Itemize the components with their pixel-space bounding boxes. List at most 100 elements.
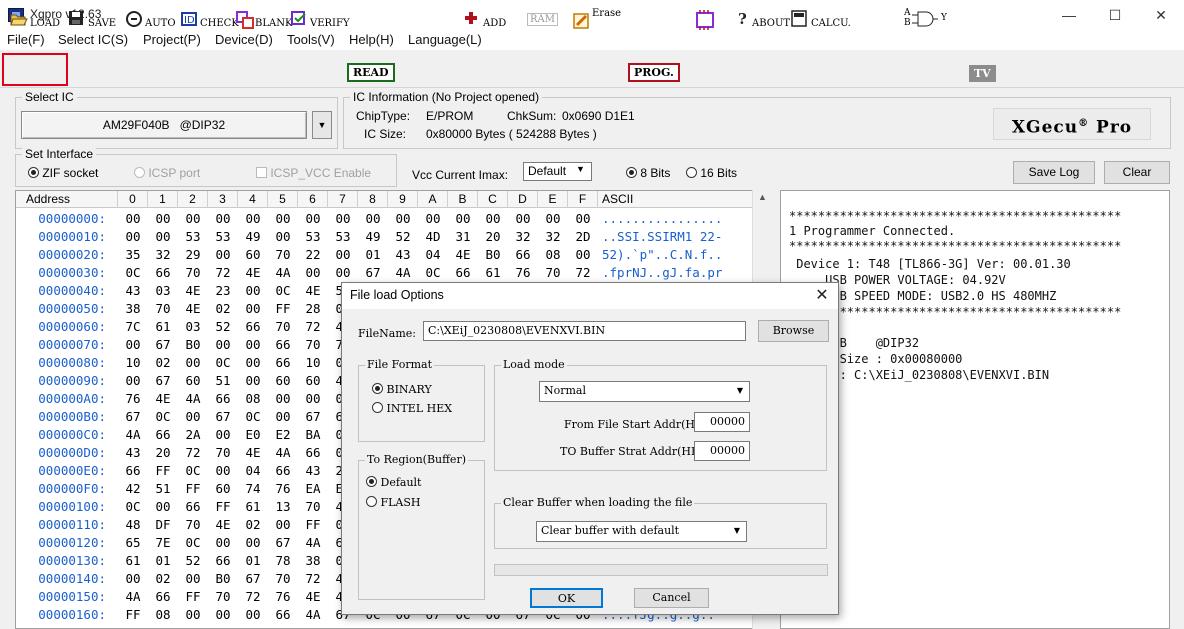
- hex-byte-cell[interactable]: 0C: [118, 264, 148, 282]
- hex-byte-cell[interactable]: 00: [238, 534, 268, 552]
- hex-byte-cell[interactable]: 67: [148, 336, 178, 354]
- hex-byte-cell[interactable]: 00: [238, 372, 268, 390]
- hex-byte-cell[interactable]: 70: [208, 444, 238, 462]
- hex-byte-cell[interactable]: 00: [298, 210, 328, 228]
- hex-byte-cell[interactable]: 7E: [148, 534, 178, 552]
- hex-byte-cell[interactable]: 03: [178, 318, 208, 336]
- clear-log-button[interactable]: Clear: [1104, 161, 1170, 184]
- prog-button[interactable]: PROG.: [628, 57, 680, 87]
- hex-byte-cell[interactable]: 00: [388, 210, 418, 228]
- clear-buffer-select[interactable]: Clear buffer with default ▼: [536, 521, 747, 542]
- hex-byte-cell[interactable]: 00: [448, 210, 478, 228]
- hex-byte-cell[interactable]: 02: [238, 516, 268, 534]
- hex-byte-cell[interactable]: 61: [238, 498, 268, 516]
- hex-byte-cell[interactable]: 66: [208, 390, 238, 408]
- hex-byte-cell[interactable]: 65: [118, 534, 148, 552]
- 8-bits-radio[interactable]: 8 Bits: [626, 166, 670, 180]
- ok-button[interactable]: OK: [530, 588, 603, 608]
- hex-byte-cell[interactable]: 42: [118, 480, 148, 498]
- hex-byte-cell[interactable]: 53: [298, 228, 328, 246]
- hex-byte-cell[interactable]: FF: [118, 606, 148, 624]
- hex-row[interactable]: 00000030: 0C 66 70 72 4E 4A 00 00 67 4A 0C 66 61 76 70 7…: [16, 264, 774, 282]
- hex-byte-cell[interactable]: E2: [268, 426, 298, 444]
- hex-byte-cell[interactable]: 0C: [148, 408, 178, 426]
- hex-byte-cell[interactable]: DF: [148, 516, 178, 534]
- hex-byte-cell[interactable]: 52: [208, 318, 238, 336]
- erase-button[interactable]: Erase: [572, 4, 621, 34]
- hex-byte-cell[interactable]: 32: [148, 246, 178, 264]
- hex-byte-cell[interactable]: 32: [538, 228, 568, 246]
- hex-byte-cell[interactable]: 00: [178, 210, 208, 228]
- hex-byte-cell[interactable]: 00: [178, 570, 208, 588]
- hex-row[interactable]: 00000020: 35 32 29 00 60 70 22 00 01 43 04 4E B0 66 08 0…: [16, 246, 774, 264]
- hex-byte-cell[interactable]: 4E: [298, 282, 328, 300]
- hex-byte-cell[interactable]: 70: [298, 498, 328, 516]
- hex-byte-cell[interactable]: E0: [238, 426, 268, 444]
- calculator-button[interactable]: CALCU.: [791, 4, 851, 34]
- hex-byte-cell[interactable]: 4D: [418, 228, 448, 246]
- hex-byte-cell[interactable]: 49: [358, 228, 388, 246]
- hex-byte-cell[interactable]: 52: [178, 552, 208, 570]
- hex-byte-cell[interactable]: 4A: [268, 264, 298, 282]
- hex-byte-cell[interactable]: 28: [298, 300, 328, 318]
- hex-byte-cell[interactable]: 29: [178, 246, 208, 264]
- hex-byte-cell[interactable]: 67: [118, 408, 148, 426]
- hex-byte-cell[interactable]: 31: [448, 228, 478, 246]
- hex-byte-cell[interactable]: 2A: [178, 426, 208, 444]
- hex-byte-cell[interactable]: 61: [478, 264, 508, 282]
- hex-byte-cell[interactable]: 66: [148, 264, 178, 282]
- 16-bits-radio[interactable]: 16 Bits: [686, 166, 737, 180]
- hex-byte-cell[interactable]: 00: [268, 390, 298, 408]
- hex-byte-cell[interactable]: 00: [358, 210, 388, 228]
- hex-byte-cell[interactable]: 70: [268, 318, 298, 336]
- hex-byte-cell[interactable]: 66: [268, 336, 298, 354]
- hex-byte-cell[interactable]: 70: [268, 570, 298, 588]
- hex-byte-cell[interactable]: 53: [178, 228, 208, 246]
- hex-byte-cell[interactable]: 02: [208, 300, 238, 318]
- zif-socket-radio[interactable]: ZIF socket: [28, 166, 98, 180]
- check-button[interactable]: ID CHECK: [180, 4, 239, 34]
- hex-byte-cell[interactable]: 00: [268, 408, 298, 426]
- filename-input[interactable]: C:\XEiJ_0230808\EVENXVI.BIN: [423, 321, 746, 341]
- hex-byte-cell[interactable]: 70: [298, 336, 328, 354]
- hex-byte-cell[interactable]: 66: [448, 264, 478, 282]
- hex-byte-cell[interactable]: 00: [238, 354, 268, 372]
- binary-radio[interactable]: BINARY: [372, 383, 432, 396]
- blank-button[interactable]: BLANK: [235, 4, 292, 34]
- hex-byte-cell[interactable]: 53: [328, 228, 358, 246]
- hex-byte-cell[interactable]: 0C: [208, 354, 238, 372]
- hex-byte-cell[interactable]: 72: [238, 588, 268, 606]
- hex-byte-cell[interactable]: 22: [298, 246, 328, 264]
- hex-byte-cell[interactable]: 76: [118, 390, 148, 408]
- hex-byte-cell[interactable]: 4A: [268, 444, 298, 462]
- menu-help[interactable]: Help(H): [347, 30, 396, 50]
- hex-byte-cell[interactable]: 70: [178, 264, 208, 282]
- hex-byte-cell[interactable]: 00: [208, 606, 238, 624]
- hex-byte-cell[interactable]: FF: [268, 300, 298, 318]
- hex-byte-cell[interactable]: 76: [268, 588, 298, 606]
- hex-byte-cell[interactable]: 78: [268, 552, 298, 570]
- dialog-close-icon[interactable]: ✕: [810, 285, 834, 307]
- hex-byte-cell[interactable]: 66: [508, 246, 538, 264]
- hex-byte-cell[interactable]: 00: [148, 228, 178, 246]
- hex-byte-cell[interactable]: 4A: [298, 534, 328, 552]
- hex-byte-cell[interactable]: 67: [358, 264, 388, 282]
- hex-byte-cell[interactable]: 00: [238, 210, 268, 228]
- hex-byte-cell[interactable]: 00: [178, 354, 208, 372]
- hex-byte-cell[interactable]: 0C: [268, 282, 298, 300]
- hex-byte-cell[interactable]: 0C: [178, 462, 208, 480]
- hex-byte-cell[interactable]: 00: [208, 462, 238, 480]
- hex-byte-cell[interactable]: 4A: [388, 264, 418, 282]
- hex-byte-cell[interactable]: 00: [298, 264, 328, 282]
- ic-select-dropdown[interactable]: ▼: [312, 111, 332, 139]
- hex-byte-cell[interactable]: 67: [238, 570, 268, 588]
- hex-byte-cell[interactable]: 03: [148, 282, 178, 300]
- hex-byte-cell[interactable]: 00: [268, 210, 298, 228]
- hex-byte-cell[interactable]: 76: [268, 480, 298, 498]
- hex-byte-cell[interactable]: 00: [238, 300, 268, 318]
- hex-byte-cell[interactable]: 7C: [118, 318, 148, 336]
- scroll-up-arrow-icon[interactable]: ▲: [758, 192, 767, 202]
- hex-byte-cell[interactable]: 4E: [208, 516, 238, 534]
- hex-byte-cell[interactable]: 00: [268, 516, 298, 534]
- icsp-vcc-checkbox[interactable]: ICSP_VCC Enable: [256, 166, 371, 180]
